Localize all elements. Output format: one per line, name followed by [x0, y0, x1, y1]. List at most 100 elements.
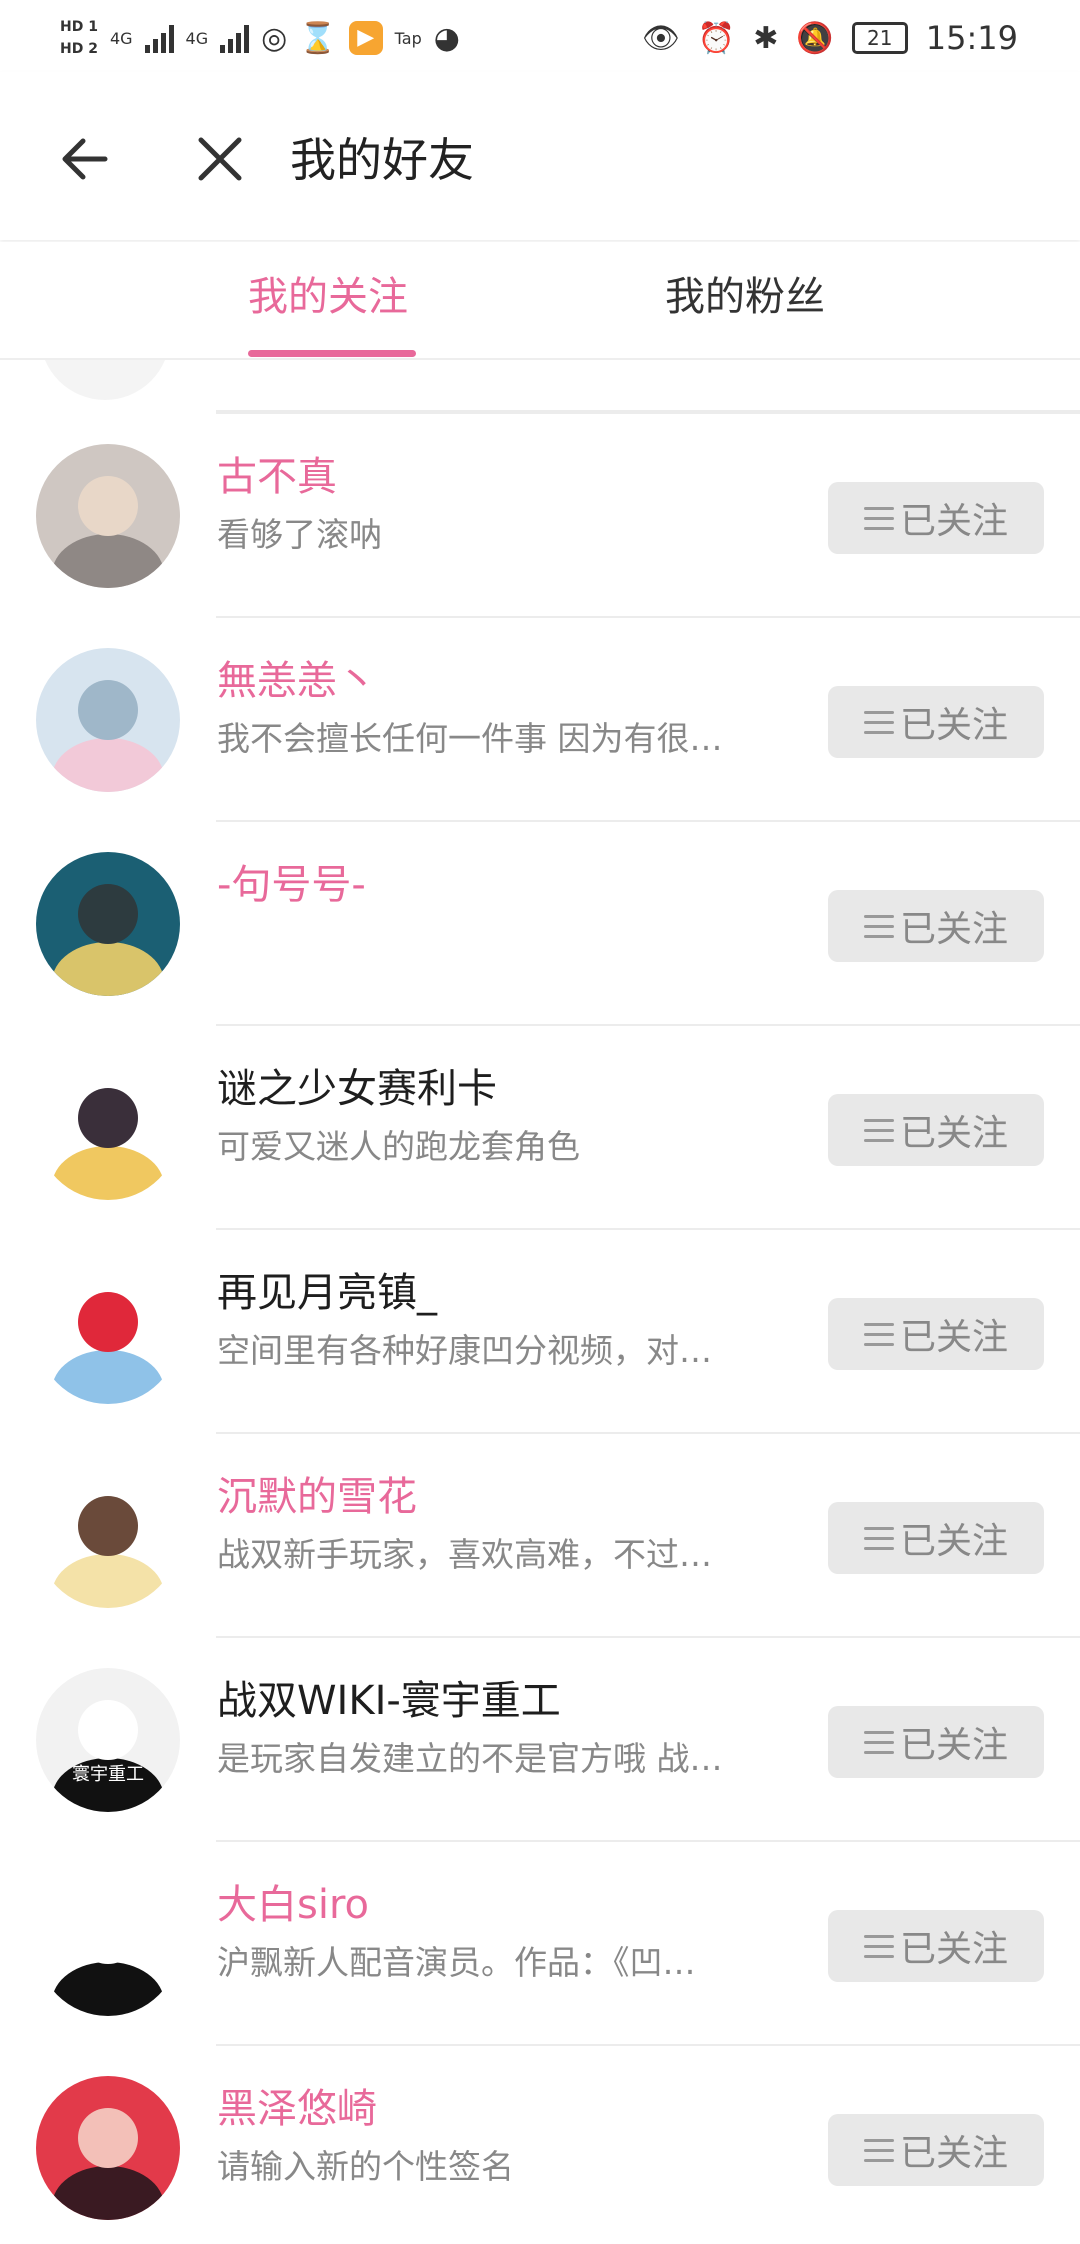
status-bar: HD 1 HD 2 4G 4G ◎ ⌛ ▶ Tap ◕ 👁 ⏰ ✱ 🔕 21 1…	[0, 0, 1080, 72]
avatar[interactable]	[36, 1260, 180, 1404]
status-right: 👁 ⏰ ✱ 🔕 21 15:19	[642, 8, 1018, 68]
avatar[interactable]	[36, 648, 180, 792]
list-item-partial[interactable]	[0, 360, 1080, 412]
avatar[interactable]	[36, 852, 180, 996]
list-item-7[interactable]: 寰宇重工 战双WIKI-寰宇重工 是玩家自发建立的不是官方哦 战… 已关注	[0, 1636, 1080, 1840]
followed-button-label: 已关注	[899, 501, 1008, 542]
user-bio: 请输入新的个性签名	[217, 2147, 514, 2186]
divider	[216, 412, 1080, 414]
following-list[interactable]: 古不真 看够了滚呐 已关注 無恙恙丶 我不会擅长任何一件事 因为有很… 已关注 …	[0, 360, 1080, 2244]
battery-icon: 21	[851, 22, 908, 54]
avatar[interactable]	[36, 2076, 180, 2220]
play-app-icon: ▶	[348, 21, 383, 55]
avatar	[40, 360, 170, 400]
list-item-5[interactable]: 再见月亮镇_ 空间里有各种好康凹分视频，对… 已关注	[0, 1228, 1080, 1432]
list-item-3[interactable]: -句号号- 已关注	[0, 820, 1080, 1024]
avatar-image	[36, 444, 180, 588]
followed-button[interactable]: 已关注	[828, 2114, 1044, 2186]
alarm-icon: ⏰	[697, 20, 736, 56]
followed-button[interactable]: 已关注	[828, 890, 1044, 962]
avatar-image	[36, 1872, 180, 2016]
app-header: 我的好友	[0, 72, 1080, 240]
close-button[interactable]	[185, 124, 255, 194]
list-item-6[interactable]: 沉默的雪花 战双新手玩家，喜欢高难，不过… 已关注	[0, 1432, 1080, 1636]
back-button[interactable]	[50, 124, 120, 194]
user-bio: 是玩家自发建立的不是官方哦 战…	[217, 1739, 723, 1778]
avatar[interactable]	[36, 1872, 180, 2016]
followed-button[interactable]: 已关注	[828, 1706, 1044, 1778]
divider	[216, 1024, 1080, 1026]
followed-button-label: 已关注	[899, 1317, 1008, 1358]
network-type-1: 4G	[109, 28, 133, 48]
menu-icon	[863, 1934, 894, 1958]
user-bio: 沪飘新人配音演员。作品：《凹…	[217, 1943, 696, 1982]
menu-icon	[863, 914, 894, 938]
mute-icon: 🔕	[796, 20, 834, 56]
avatar[interactable]	[36, 1464, 180, 1608]
divider	[216, 2044, 1080, 2046]
followed-button-label: 已关注	[899, 705, 1008, 746]
hd1-label: HD 1	[60, 19, 98, 35]
followed-button[interactable]: 已关注	[828, 686, 1044, 758]
followed-button-label: 已关注	[899, 2133, 1008, 2174]
menu-icon	[863, 1526, 894, 1550]
avatar-image	[36, 2076, 180, 2220]
hourglass-icon: ⌛	[299, 20, 337, 56]
hd2-label: HD 2	[60, 41, 98, 57]
active-tab-indicator	[248, 350, 416, 357]
avatar-image	[36, 852, 180, 996]
eye-icon: 👁	[641, 20, 680, 56]
user-name[interactable]: 古不真	[217, 450, 337, 504]
followed-button[interactable]: 已关注	[828, 482, 1044, 554]
network-type-2: 4G	[185, 28, 209, 48]
tab-following[interactable]: 我的关注	[248, 272, 408, 322]
avatar[interactable]: 寰宇重工	[36, 1668, 180, 1812]
followed-button[interactable]: 已关注	[828, 1502, 1044, 1574]
clock: 15:19	[925, 19, 1018, 57]
avatar-image: 寰宇重工	[36, 1668, 180, 1812]
user-name[interactable]: 谜之少女赛利卡	[217, 1062, 497, 1116]
back-arrow-icon	[62, 138, 108, 180]
user-bio: 看够了滚呐	[217, 515, 382, 554]
followed-button[interactable]: 已关注	[828, 1298, 1044, 1370]
divider	[216, 820, 1080, 822]
user-name[interactable]: 再见月亮镇_	[217, 1266, 437, 1320]
divider	[216, 1636, 1080, 1638]
followed-button[interactable]: 已关注	[828, 1094, 1044, 1166]
avatar[interactable]	[36, 1056, 180, 1200]
user-name[interactable]: 大白siro	[217, 1878, 369, 1932]
user-name[interactable]: 無恙恙丶	[217, 654, 377, 708]
avatar-image	[36, 1464, 180, 1608]
divider	[216, 1840, 1080, 1842]
followed-button-label: 已关注	[899, 1521, 1008, 1562]
user-name[interactable]: 沉默的雪花	[217, 1470, 417, 1524]
menu-icon	[863, 506, 894, 530]
user-name[interactable]: -句号号-	[217, 858, 366, 912]
list-item-4[interactable]: 谜之少女赛利卡 可爱又迷人的跑龙套角色 已关注	[0, 1024, 1080, 1228]
followed-button-label: 已关注	[899, 1113, 1008, 1154]
list-item-2[interactable]: 無恙恙丶 我不会擅长任何一件事 因为有很… 已关注	[0, 616, 1080, 820]
divider	[216, 1432, 1080, 1434]
list-item-8[interactable]: 大白siro 沪飘新人配音演员。作品：《凹… 已关注	[0, 1840, 1080, 2044]
avatar-image	[36, 1260, 180, 1404]
app-icon: ◕	[433, 20, 460, 56]
followed-button[interactable]: 已关注	[828, 1910, 1044, 1982]
close-icon	[198, 137, 242, 181]
followed-button-label: 已关注	[899, 909, 1008, 950]
divider	[216, 1228, 1080, 1230]
menu-icon	[863, 2138, 894, 2162]
tab-fans[interactable]: 我的粉丝	[665, 272, 825, 322]
user-name[interactable]: 黑泽悠崎	[217, 2082, 377, 2136]
user-name[interactable]: 战双WIKI-寰宇重工	[217, 1674, 561, 1728]
avatar[interactable]	[36, 444, 180, 588]
list-item-9[interactable]: 黑泽悠崎 请输入新的个性签名 已关注	[0, 2044, 1080, 2244]
tap-label: Tap	[394, 28, 422, 48]
list-item-1[interactable]: 古不真 看够了滚呐 已关注	[0, 412, 1080, 616]
avatar-image	[36, 1056, 180, 1200]
signal-icon-2	[220, 23, 250, 53]
user-bio: 可爱又迷人的跑龙套角色	[217, 1127, 580, 1166]
avatar-image	[36, 648, 180, 792]
followed-button-label: 已关注	[899, 1929, 1008, 1970]
avatar-text: 寰宇重工	[72, 1764, 144, 1785]
hotspot-icon: ◎	[261, 20, 288, 56]
